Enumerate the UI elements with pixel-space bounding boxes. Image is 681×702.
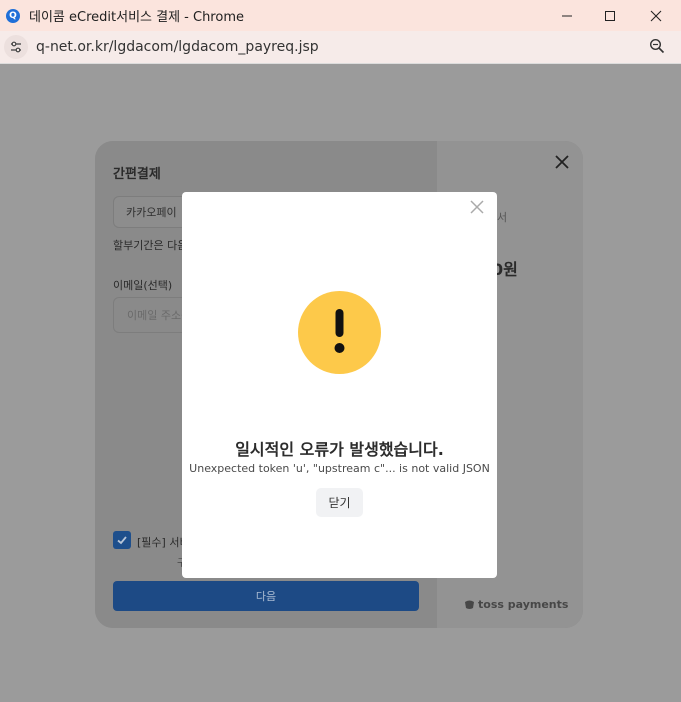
- toss-payments-logo: toss payments: [464, 598, 568, 611]
- toss-logo-text: toss payments: [478, 598, 569, 611]
- window-title: 데이콤 eCredit서비스 결제 - Chrome: [29, 10, 244, 25]
- agree-checkbox[interactable]: [113, 531, 131, 549]
- email-label: 이메일(선택): [113, 279, 173, 292]
- app-icon-letter: Q: [9, 10, 17, 21]
- site-settings-icon: [11, 41, 21, 53]
- site-settings-button[interactable]: [4, 35, 28, 59]
- title-bar: Q 데이콤 eCredit서비스 결제 - Chrome: [0, 0, 681, 31]
- error-dialog-close-icon[interactable]: [470, 200, 484, 214]
- toss-logo-icon: [465, 600, 474, 609]
- address-bar: q-net.or.kr/lgdacom/lgdacom_payreq.jsp: [0, 31, 681, 64]
- exclamation-icon: [334, 309, 345, 353]
- checkbox-check-icon: [117, 536, 127, 545]
- installment-note: 할부기간은 다음: [113, 239, 188, 252]
- dialog-close-button[interactable]: 닫기: [316, 488, 363, 517]
- next-button[interactable]: 다음: [113, 581, 419, 611]
- alert-circle: [298, 291, 381, 374]
- payment-close-icon[interactable]: [555, 155, 569, 169]
- maximize-button[interactable]: [587, 0, 633, 31]
- window-close-button[interactable]: [633, 0, 679, 31]
- payment-title: 간편결제: [113, 167, 161, 182]
- app-icon: Q: [6, 8, 20, 23]
- error-dialog: 일시적인 오류가 발생했습니다. Unexpected token 'u', "…: [182, 192, 497, 578]
- minimize-button[interactable]: [544, 0, 590, 31]
- maximize-icon: [605, 10, 615, 21]
- minimize-icon: [562, 15, 572, 16]
- error-message: Unexpected token 'u', "upstream c"... is…: [189, 462, 490, 475]
- right-pane-text: 서: [497, 211, 508, 224]
- zoom-icon[interactable]: [649, 38, 665, 54]
- close-icon: [650, 10, 662, 21]
- url-text[interactable]: q-net.or.kr/lgdacom/lgdacom_payreq.jsp: [36, 39, 319, 55]
- error-title: 일시적인 오류가 발생했습니다.: [235, 440, 444, 459]
